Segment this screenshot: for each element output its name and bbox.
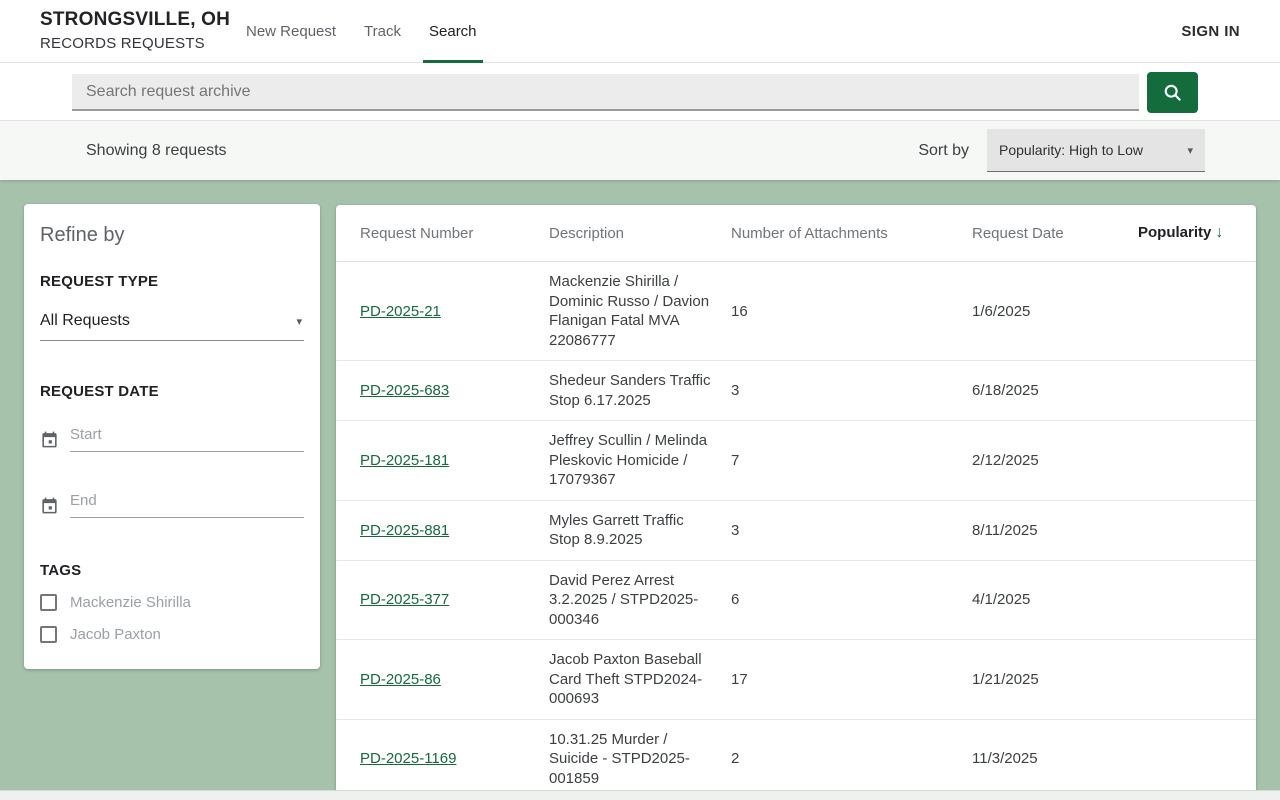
col-popularity-sort[interactable]: Popularity ↓ (1138, 224, 1256, 242)
request-description: Jeffrey Scullin / Melinda Pleskovic Homi… (549, 432, 708, 488)
site-subtitle: RECORDS REQUESTS (40, 35, 205, 52)
attachment-count: 17 (731, 670, 748, 688)
request-link[interactable]: PD-2025-881 (360, 522, 449, 539)
tags-label: TAGS (40, 562, 82, 579)
request-date: 4/1/2025 (972, 591, 1031, 609)
request-description: Mackenzie Shirilla / Dominic Russo / Dav… (549, 273, 710, 349)
sort-select[interactable]: Popularity: High to Low ▾ (987, 129, 1205, 172)
app-header: STRONGSVILLE, OH RECORDS REQUESTS New Re… (0, 0, 1280, 63)
attachment-count: 7 (731, 451, 740, 469)
sign-in-button[interactable]: SIGN IN (1181, 0, 1240, 63)
request-type-select[interactable]: All Requests ▾ (40, 312, 304, 341)
table-row: PD-2025-881 Myles Garrett Traffic Stop 8… (336, 501, 1256, 561)
tag-filter-mackenzie-shirilla[interactable]: Mackenzie Shirilla (40, 594, 304, 611)
col-attachments: Number of Attachments (731, 224, 888, 242)
search-button[interactable] (1147, 72, 1198, 113)
tag-label: Mackenzie Shirilla (70, 594, 191, 611)
chevron-down-icon: ▾ (1187, 144, 1193, 157)
request-description: Myles Garrett Traffic Stop 8.9.2025 (549, 511, 684, 549)
request-link[interactable]: PD-2025-683 (360, 382, 449, 399)
request-link[interactable]: PD-2025-377 (360, 591, 449, 608)
request-description: Jacob Paxton Baseball Card Theft STPD202… (549, 651, 703, 707)
table-row: PD-2025-683 Shedeur Sanders Traffic Stop… (336, 361, 1256, 421)
request-link[interactable]: PD-2025-1169 (360, 750, 456, 767)
attachment-count: 3 (731, 382, 740, 399)
sort-by-label: Sort by (918, 141, 969, 159)
checkbox-icon[interactable] (40, 594, 57, 611)
tag-filter-jacob-paxton[interactable]: Jacob Paxton (40, 626, 304, 643)
table-row: PD-2025-86 Jacob Paxton Baseball Card Th… (336, 640, 1256, 720)
results-table: Request Number Description Number of Att… (336, 205, 1256, 800)
chevron-down-icon: ▾ (296, 315, 302, 328)
attachment-count: 16 (731, 302, 748, 320)
table-row: PD-2025-21 Mackenzie Shirilla / Dominic … (336, 262, 1256, 361)
search-icon (1162, 82, 1183, 103)
table-header-row: Request Number Description Number of Att… (336, 205, 1256, 262)
tag-label: Jacob Paxton (70, 626, 161, 643)
attachment-count: 3 (731, 521, 740, 539)
site-title: STRONGSVILLE, OH (40, 9, 231, 30)
request-description: Shedeur Sanders Traffic Stop 6.17.2025 (549, 372, 711, 409)
request-date: 8/11/2025 (972, 521, 1038, 539)
calendar-icon[interactable] (40, 496, 59, 515)
nav-new-request[interactable]: New Request (232, 0, 350, 63)
attachment-count: 2 (731, 750, 740, 768)
page-footer (0, 790, 1280, 800)
request-type-value: All Requests (40, 312, 130, 329)
table-row: PD-2025-181 Jeffrey Scullin / Melinda Pl… (336, 421, 1256, 501)
col-request-number: Request Number (360, 224, 474, 242)
main-content: Refine by REQUEST TYPE All Requests ▾ RE… (0, 180, 1280, 800)
request-date: 1/6/2025 (972, 302, 1031, 320)
nav-track[interactable]: Track (350, 0, 415, 63)
request-type-label: REQUEST TYPE (40, 273, 159, 290)
request-date: 11/3/2025 (972, 750, 1038, 768)
col-request-date: Request Date (972, 224, 1064, 242)
request-link[interactable]: PD-2025-21 (360, 303, 441, 320)
request-description: David Perez Arrest 3.2.2025 / STPD2025-0… (549, 571, 699, 628)
calendar-icon[interactable] (40, 430, 59, 449)
request-description: 10.31.25 Murder / Suicide - STPD2025-001… (549, 730, 690, 787)
request-date: 6/18/2025 (972, 382, 1039, 399)
results-count: Showing 8 requests (86, 141, 227, 159)
table-row: PD-2025-377 David Perez Arrest 3.2.2025 … (336, 561, 1256, 640)
request-date: 2/12/2025 (972, 451, 1039, 469)
results-bar: Showing 8 requests Sort by Popularity: H… (0, 121, 1280, 180)
attachment-count: 6 (731, 591, 740, 609)
nav-search[interactable]: Search (415, 0, 491, 63)
request-link[interactable]: PD-2025-86 (360, 671, 441, 688)
search-input[interactable] (72, 74, 1139, 111)
sort-area: Sort by Popularity: High to Low ▾ (918, 121, 1205, 180)
table-row: PD-2025-1169 10.31.25 Murder / Suicide -… (336, 720, 1256, 799)
request-date-label: REQUEST DATE (40, 383, 159, 400)
request-link[interactable]: PD-2025-181 (360, 452, 449, 469)
refine-panel: Refine by REQUEST TYPE All Requests ▾ RE… (24, 204, 320, 669)
site-brand: STRONGSVILLE, OH RECORDS REQUESTS (40, 9, 230, 52)
sort-descending-icon: ↓ (1215, 224, 1224, 241)
top-nav: New Request Track Search (232, 0, 491, 63)
search-band (0, 63, 1280, 121)
col-description: Description (549, 224, 625, 242)
request-date: 1/21/2025 (972, 670, 1039, 688)
refine-title: Refine by (40, 224, 125, 246)
end-date-input[interactable] (70, 492, 304, 509)
checkbox-icon[interactable] (40, 626, 57, 643)
start-date-input[interactable] (70, 426, 304, 443)
sort-select-value: Popularity: High to Low (999, 142, 1143, 158)
